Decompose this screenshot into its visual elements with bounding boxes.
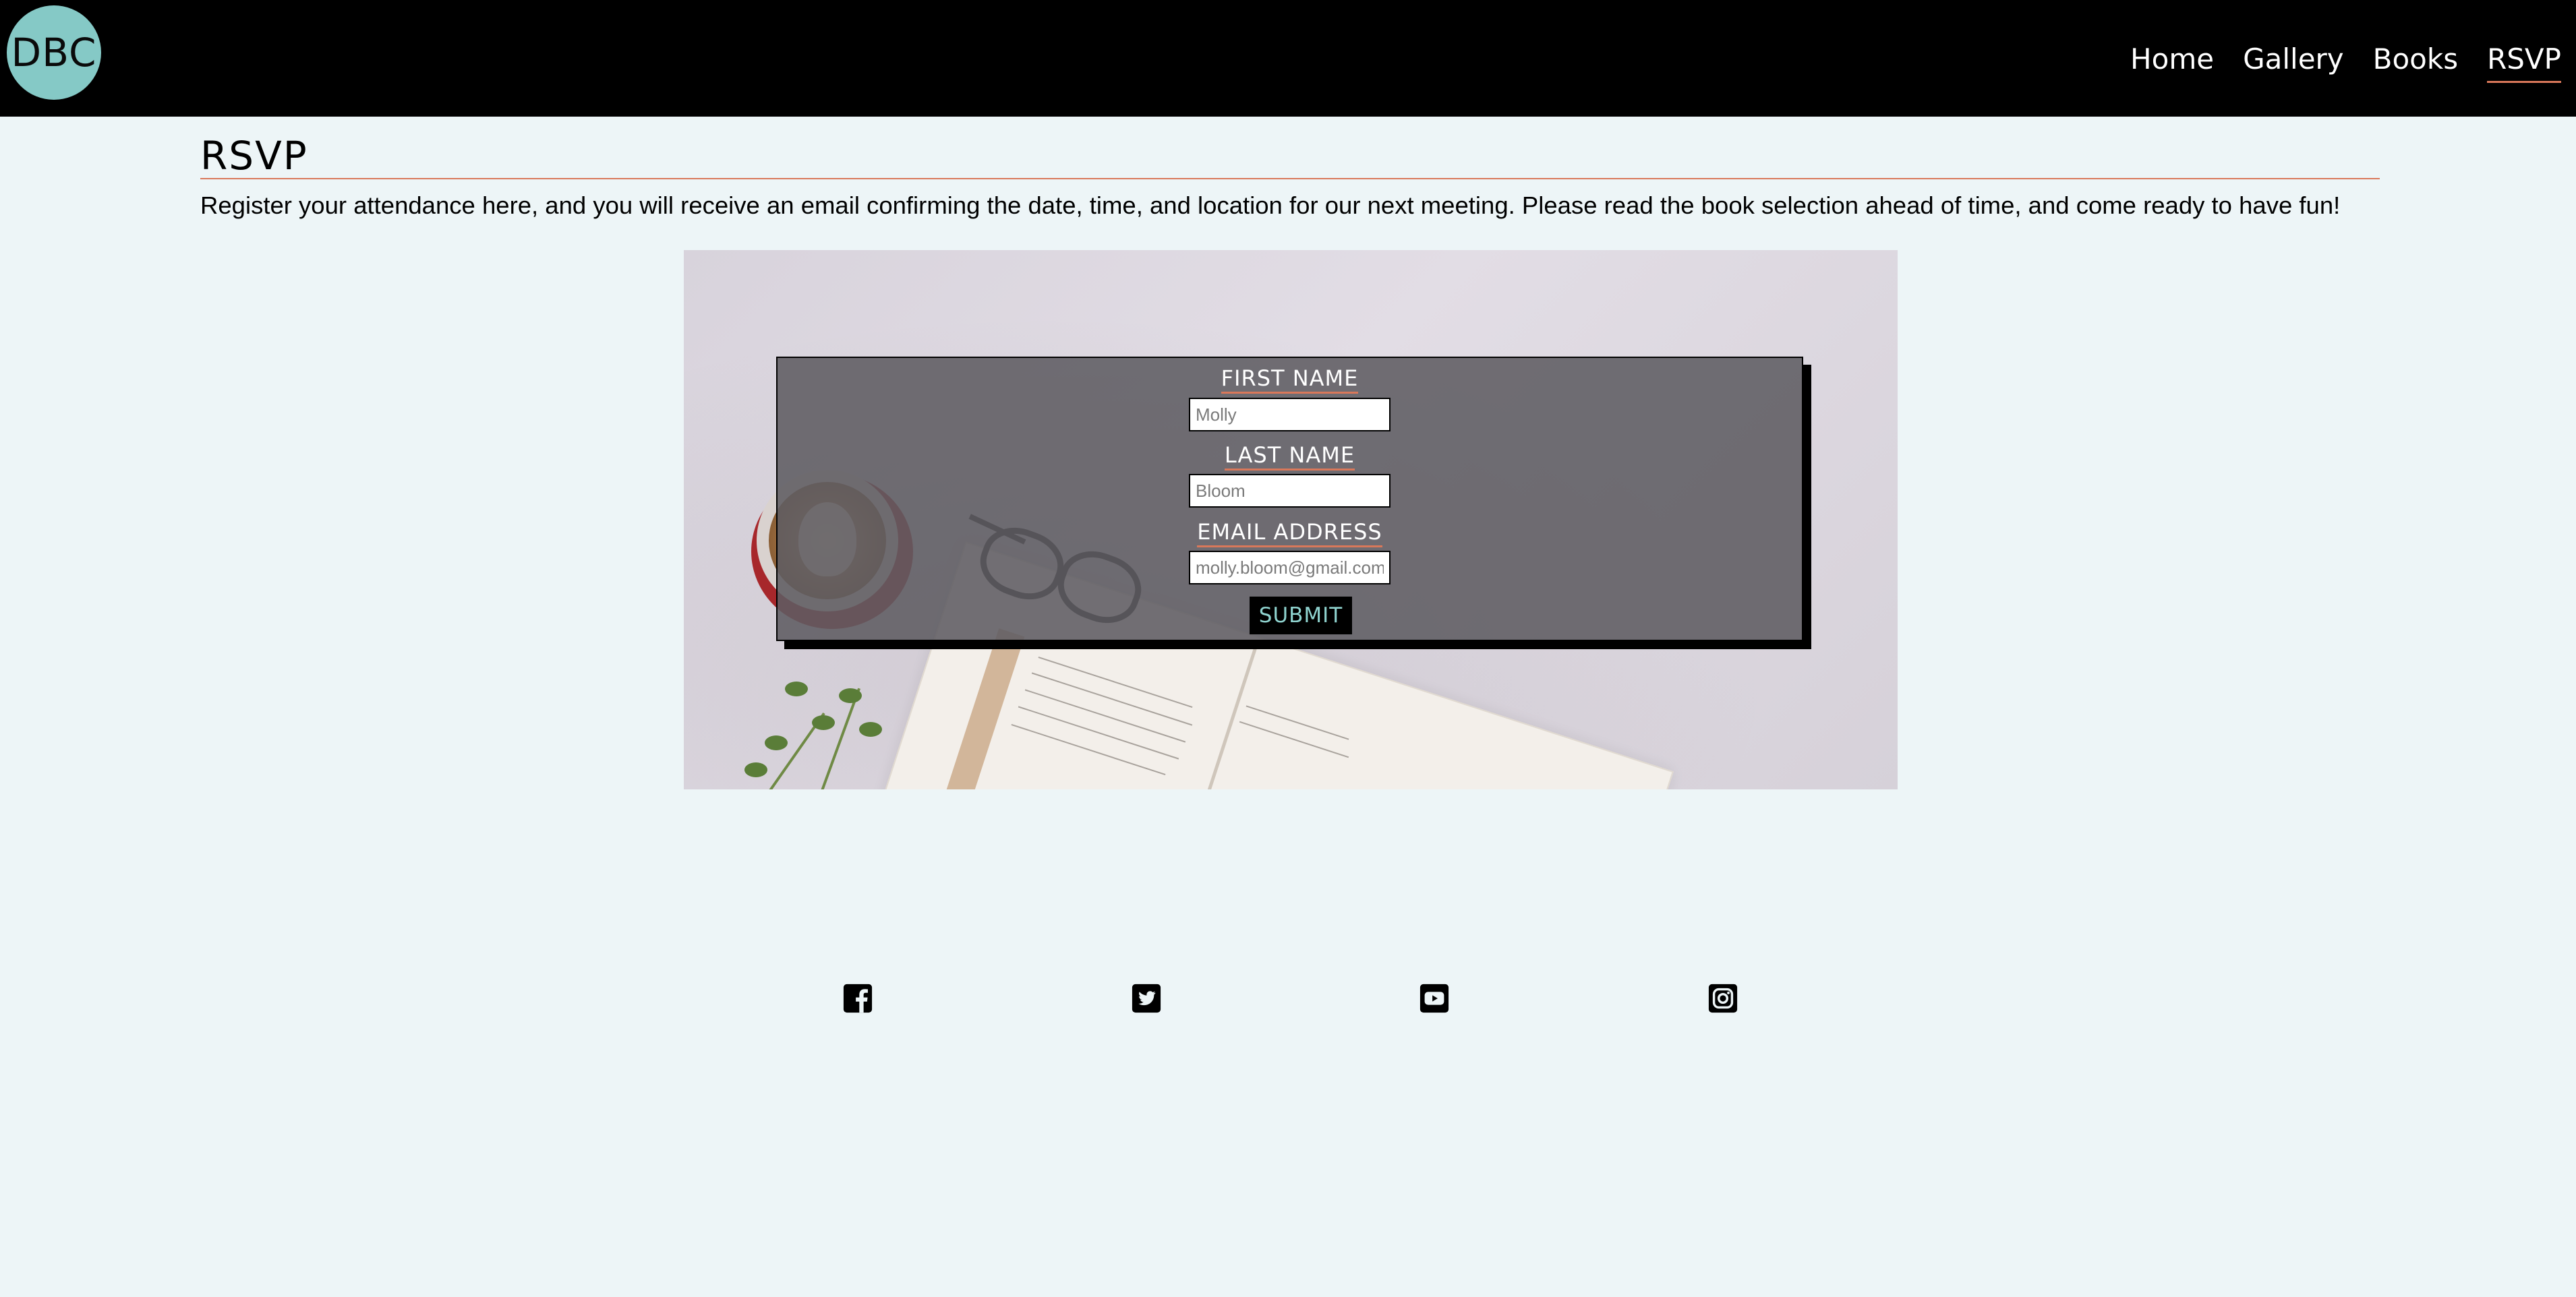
facebook-link[interactable] — [842, 983, 873, 1014]
nav-rsvp-link[interactable]: RSVP — [2487, 39, 2561, 83]
email-input[interactable] — [1189, 551, 1391, 584]
plant-leaf — [859, 722, 882, 737]
site-header: DBC Home Gallery Books RSVP — [0, 0, 2576, 117]
last-name-label-text: LAST NAME — [1224, 442, 1355, 471]
instagram-icon — [1708, 984, 1738, 1013]
last-name-label: LAST NAME — [778, 442, 1802, 471]
twitter-icon — [1132, 984, 1161, 1013]
nav-home-link[interactable]: Home — [2130, 39, 2214, 83]
email-label-text: EMAIL ADDRESS — [1197, 519, 1382, 547]
rsvp-hero-image: FIRST NAME LAST NAME EMAIL ADDRESS SUBMI… — [684, 250, 1898, 789]
facebook-icon — [843, 984, 873, 1013]
first-name-label: FIRST NAME — [778, 365, 1802, 394]
nav-books-link[interactable]: Books — [2373, 39, 2458, 83]
plant-leaf — [785, 682, 808, 696]
plant-leaf — [765, 735, 788, 750]
nav-gallery-link[interactable]: Gallery — [2243, 39, 2344, 83]
first-name-label-text: FIRST NAME — [1221, 365, 1359, 394]
submit-button[interactable]: SUBMIT — [1250, 597, 1352, 634]
plant-leaf — [812, 715, 835, 730]
rsvp-form: FIRST NAME LAST NAME EMAIL ADDRESS SUBMI… — [776, 357, 1803, 641]
logo-text: DBC — [11, 30, 97, 76]
page-title: RSVP — [200, 133, 308, 179]
youtube-icon — [1419, 984, 1449, 1013]
title-divider — [200, 178, 2380, 179]
intro-text: Register your attendance here, and you w… — [200, 191, 2341, 219]
plant-leaf — [744, 762, 767, 777]
instagram-link[interactable] — [1707, 983, 1738, 1014]
first-name-input[interactable] — [1189, 398, 1391, 431]
main-nav: Home Gallery Books RSVP — [2130, 39, 2561, 83]
plant-leaf — [839, 688, 862, 703]
site-logo[interactable]: DBC — [7, 5, 101, 100]
last-name-input[interactable] — [1189, 474, 1391, 508]
twitter-link[interactable] — [1131, 983, 1162, 1014]
youtube-link[interactable] — [1419, 983, 1450, 1014]
email-label: EMAIL ADDRESS — [778, 518, 1802, 547]
